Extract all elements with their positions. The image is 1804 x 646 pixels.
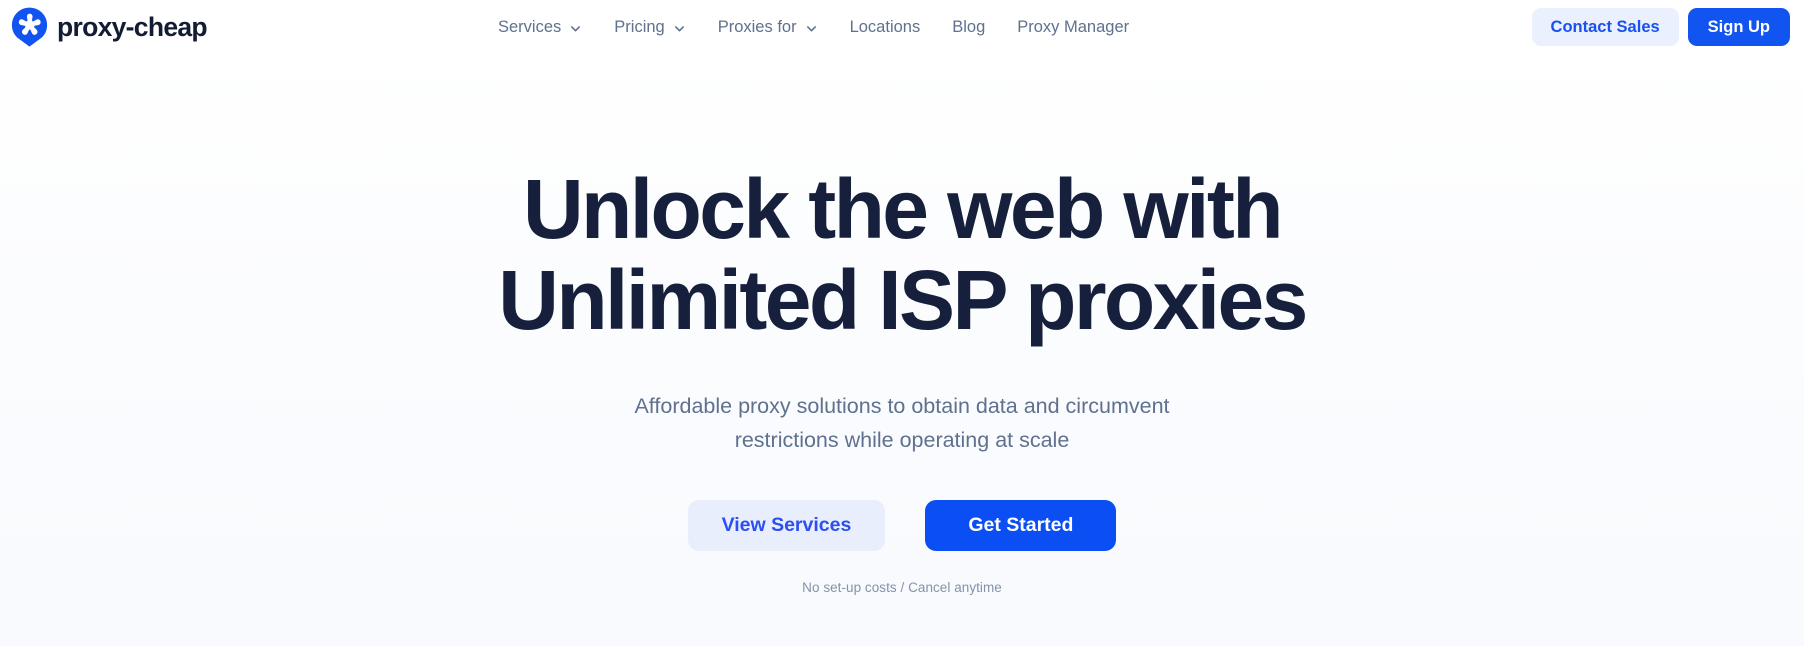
hero-subtitle: Affordable proxy solutions to obtain dat…	[634, 390, 1169, 458]
page-title-line-1: Unlock the web with	[523, 162, 1284, 256]
sign-up-button[interactable]: Sign Up	[1687, 8, 1790, 46]
hero-note: No set-up costs / Cancel anytime	[802, 580, 1002, 596]
nav-item-label: Locations	[849, 17, 921, 36]
nav-item-label: Pricing	[614, 17, 665, 36]
page-root: proxy-cheap Services Pricing Proxies for	[0, 0, 1804, 646]
nav-item-services[interactable]: Services	[482, 0, 598, 54]
nav-item-label: Blog	[952, 17, 986, 36]
nav-item-pricing[interactable]: Pricing	[598, 0, 701, 54]
nav-item-label: Services	[498, 17, 562, 36]
brand-name: proxy-cheap	[57, 11, 208, 42]
hero-section: Unlock the web with Unlimited ISP proxie…	[0, 54, 1804, 646]
nav-item-locations[interactable]: Locations	[834, 0, 937, 54]
page-title: Unlock the web with Unlimited ISP proxie…	[498, 162, 1308, 348]
site-header: proxy-cheap Services Pricing Proxies for	[0, 0, 1804, 54]
hero-subtitle-line-2: restrictions while operating at scale	[734, 428, 1070, 453]
nav-item-blog[interactable]: Blog	[936, 0, 1001, 54]
header-actions: Contact Sales Sign Up	[1531, 0, 1790, 54]
hero-cta-group: View Services Get Started	[687, 500, 1117, 552]
brand-logo-link[interactable]: proxy-cheap	[11, 3, 208, 51]
chevron-down-icon	[806, 25, 816, 31]
contact-sales-button[interactable]: Contact Sales	[1531, 8, 1679, 46]
nav-item-label: Proxy Manager	[1017, 17, 1130, 36]
location-pin-asterisk-icon	[11, 7, 48, 47]
main-navigation: Services Pricing Proxies for Locations B…	[482, 0, 1145, 54]
page-title-line-2: Unlimited ISP proxies	[498, 253, 1308, 348]
chevron-down-icon	[571, 25, 581, 31]
chevron-down-icon	[674, 25, 684, 31]
hero-subtitle-line-1: Affordable proxy solutions to obtain dat…	[634, 394, 1170, 419]
view-services-button[interactable]: View Services	[687, 500, 886, 552]
nav-item-proxy-manager[interactable]: Proxy Manager	[1001, 0, 1145, 54]
nav-item-proxies-for[interactable]: Proxies for	[702, 0, 834, 54]
nav-item-label: Proxies for	[717, 17, 797, 36]
get-started-button[interactable]: Get Started	[925, 500, 1117, 552]
